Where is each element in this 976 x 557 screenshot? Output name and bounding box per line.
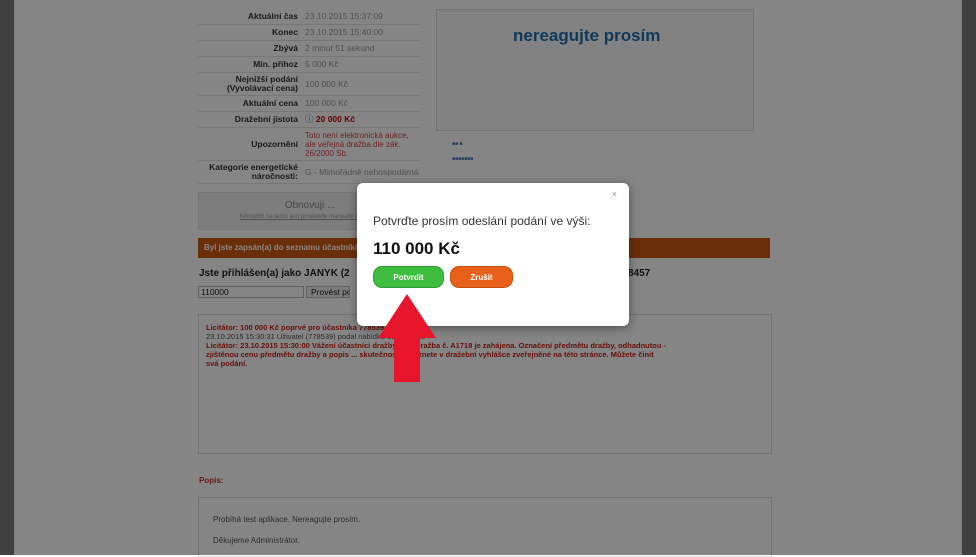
close-icon[interactable]: ×	[612, 189, 617, 199]
confirm-bid-dialog: × Potvrďte prosím odeslání podání ve výš…	[357, 183, 629, 326]
confirm-amount: 110 000 Kč	[373, 239, 460, 258]
confirm-message: Potvrďte prosím odeslání podání ve výši:	[373, 214, 591, 228]
cancel-button[interactable]: Zrušit	[450, 266, 513, 288]
confirm-button[interactable]: Potvrdit	[373, 266, 444, 288]
page: Aktuální čas 23.10.2015 15:37:09 Konec 2…	[0, 0, 976, 557]
